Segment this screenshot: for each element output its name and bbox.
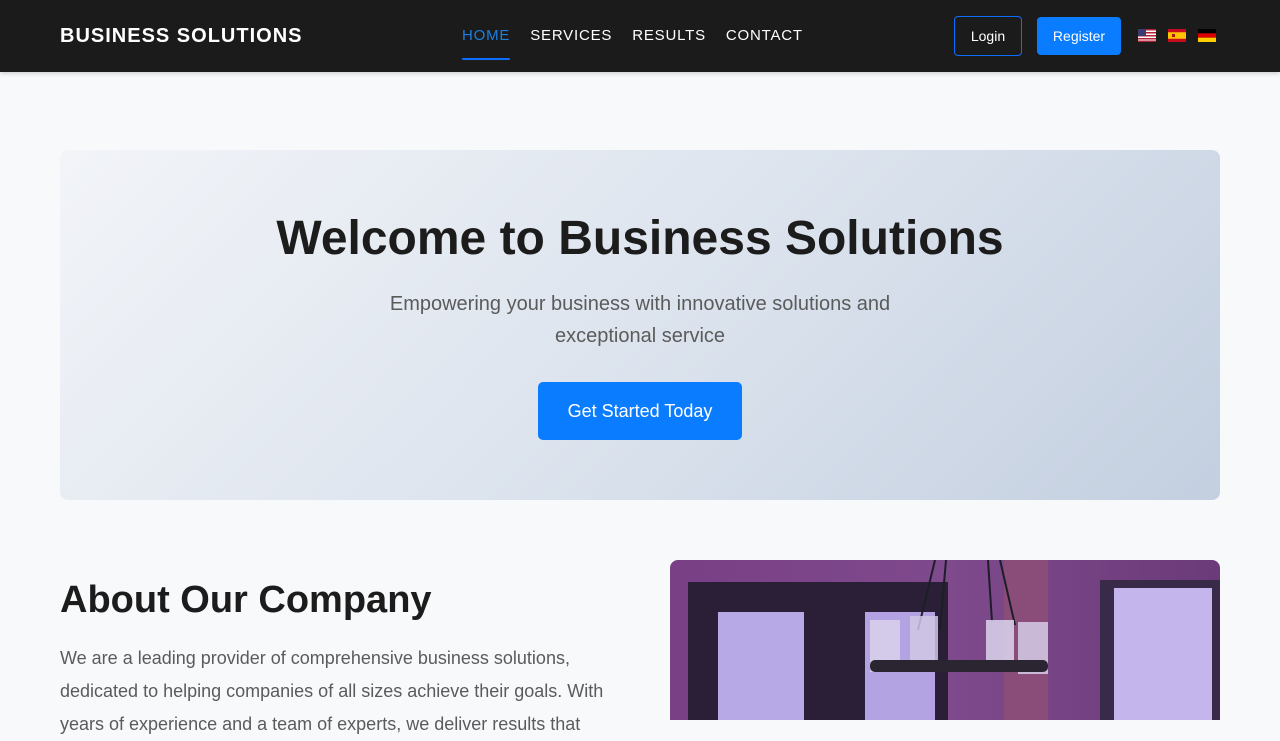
get-started-button[interactable]: Get Started Today [538,382,742,440]
hero-banner: Welcome to Business Solutions Empowering… [60,150,1220,500]
register-button[interactable]: Register [1037,17,1121,55]
language-selector [1138,29,1216,43]
top-navbar: BUSINESS SOLUTIONS HOME SERVICES RESULTS… [0,0,1280,72]
about-description: We are a leading provider of comprehensi… [60,648,604,734]
nav-link-results[interactable]: RESULTS [632,0,706,72]
hero-title: Welcome to Business Solutions [276,212,1004,265]
brand-logo-text[interactable]: BUSINESS SOLUTIONS [60,24,302,48]
about-heading: About Our Company [60,579,432,621]
germany-flag-icon[interactable] [1198,29,1216,42]
nav-link-services[interactable]: SERVICES [530,0,612,72]
us-flag-icon[interactable] [1138,29,1156,42]
login-button[interactable]: Login [954,16,1022,56]
nav-link-home[interactable]: HOME [462,0,511,72]
hero-subtitle: Empowering your business with innovative… [389,293,891,347]
nav-link-contact[interactable]: CONTACT [726,0,803,72]
main-nav: HOME SERVICES RESULTS CONTACT [462,0,803,72]
spain-flag-icon[interactable] [1168,29,1186,42]
office-chandelier-photo [670,560,1220,720]
